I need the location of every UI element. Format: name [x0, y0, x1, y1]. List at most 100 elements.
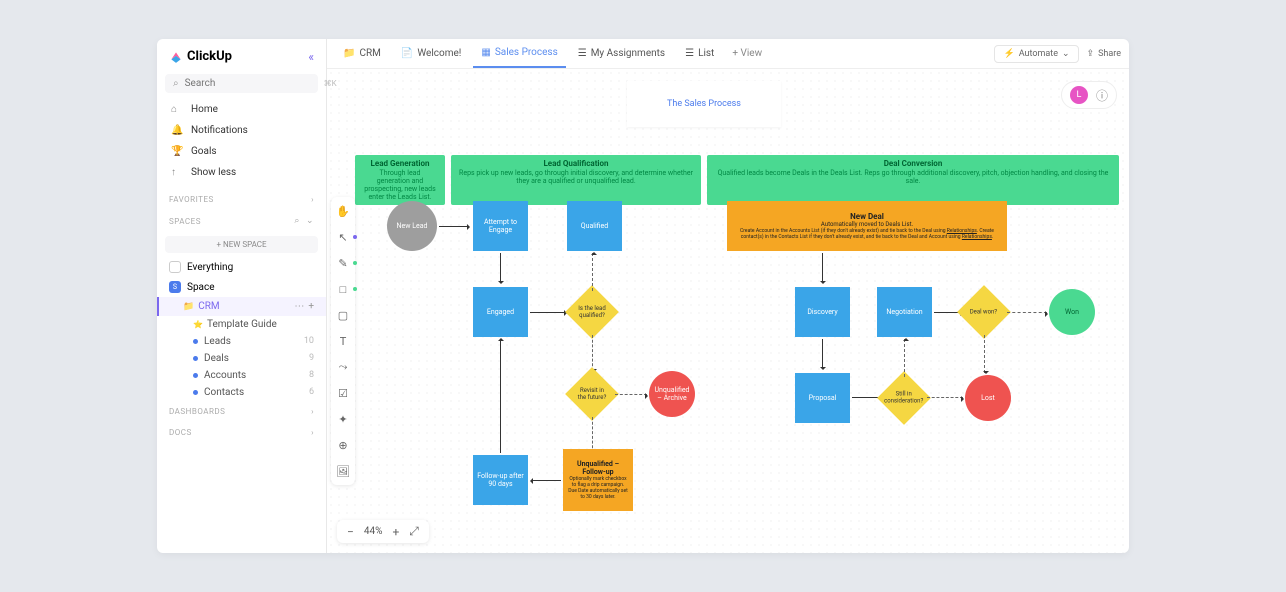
info-icon[interactable]: ⓘ [1096, 87, 1108, 104]
node-proposal[interactable]: Proposal [795, 373, 850, 423]
sidebar: ClickUp « ⌕ ⌘K ⌂ Home 🔔Notifications 🏆Goa… [157, 39, 327, 553]
search-box[interactable]: ⌕ ⌘K [165, 74, 318, 93]
tab-sales-process[interactable]: ▦Sales Process [473, 39, 565, 68]
everything-label: Everything [187, 262, 233, 273]
view-label: View [740, 48, 762, 59]
tree-everything[interactable]: Everything [157, 257, 326, 277]
list-item-label: Leads [204, 336, 231, 347]
list-item-label: Template Guide [207, 319, 277, 330]
automate-button[interactable]: ⚡Automate⌄ [994, 45, 1078, 63]
nav-show-less[interactable]: ↑Show less [157, 162, 326, 183]
tree-space[interactable]: SSpace [157, 277, 326, 297]
tree-item-template-guide[interactable]: ⭐ Template Guide [193, 316, 326, 333]
item-count: 9 [309, 353, 314, 364]
tab-welcome-label: Welcome! [417, 48, 461, 59]
nav-home[interactable]: ⌂ Home [157, 99, 326, 120]
section-dashboards[interactable]: DASHBOARDS › [157, 401, 326, 422]
new-space-button[interactable]: + NEW SPACE [165, 236, 318, 253]
node-followup[interactable]: Follow-up after 90 days [473, 455, 528, 505]
node-deal-won[interactable]: Deal won? [957, 285, 1011, 339]
node-new-deal[interactable]: New Deal Automatically moved to Deals Li… [727, 201, 1007, 251]
node-attempt-engage[interactable]: Attempt to Engage [473, 201, 528, 251]
tab-my-assignments[interactable]: ☰My Assignments [570, 39, 673, 68]
node-qualified[interactable]: Qualified [567, 201, 622, 251]
tab-crm[interactable]: 📁CRM [335, 39, 389, 68]
text-tool-icon[interactable]: T [335, 333, 351, 349]
dashboards-label: DASHBOARDS [169, 407, 225, 416]
item-count: 6 [309, 387, 314, 398]
tab-welcome[interactable]: 📄Welcome! [393, 39, 470, 68]
zoom-in-button[interactable]: + [392, 525, 399, 539]
chevron-right-icon: › [311, 195, 314, 204]
tab-list[interactable]: ☰List [677, 39, 722, 68]
tree-item-leads[interactable]: Leads10 [193, 333, 326, 350]
list-icon: ☰ [578, 48, 587, 59]
hand-tool-icon[interactable]: ✋ [335, 203, 351, 219]
star-icon: ⭐ [193, 320, 203, 329]
nav-notifications[interactable]: 🔔Notifications [157, 120, 326, 141]
node-still-consideration[interactable]: Still in consideration? [877, 371, 931, 425]
whiteboard-toolbar: ✋ ↖ ✎ □ ▢ T ⤳ ☑ ✦ ⊕ 🖼 [331, 197, 355, 485]
arrow [927, 397, 963, 398]
node-lost[interactable]: Lost [965, 375, 1011, 421]
node-discovery[interactable]: Discovery [795, 287, 850, 337]
more-icon[interactable]: ⋯ [294, 301, 304, 312]
phase3-title: Deal Conversion [715, 159, 1111, 168]
tree-item-deals[interactable]: Deals9 [193, 350, 326, 367]
zoom-out-button[interactable]: − [347, 525, 354, 539]
search-spaces-icon[interactable]: ⌕ [294, 216, 300, 226]
automate-label: Automate [1019, 49, 1058, 59]
node-unqualified-followup[interactable]: Unqualified – Follow-up Optionally mark … [563, 449, 633, 511]
node-is-qualified[interactable]: Is the lead qualified? [565, 285, 619, 339]
pointer-tool-icon[interactable]: ↖ [335, 229, 351, 245]
share-button[interactable]: ⇪Share [1087, 49, 1121, 59]
task-tool-icon[interactable]: ☑ [335, 385, 351, 401]
node-engaged[interactable]: Engaged [473, 287, 528, 337]
node-new-lead[interactable]: New Lead [387, 201, 437, 251]
node-unqualified-archive[interactable]: Unqualified – Archive [649, 371, 695, 417]
app-window: ClickUp « ⌕ ⌘K ⌂ Home 🔔Notifications 🏆Goa… [157, 39, 1129, 553]
status-dot [193, 373, 198, 378]
plus-icon[interactable]: + [308, 301, 314, 312]
chevron-down-icon: ⌄ [1062, 49, 1070, 59]
chevron-right-icon: › [311, 407, 314, 416]
section-docs[interactable]: DOCS› [157, 422, 326, 443]
sticky-tool-icon[interactable]: ▢ [335, 307, 351, 323]
favorites-label: FAVORITES [169, 195, 214, 204]
nav-home-label: Home [191, 104, 218, 115]
node-won[interactable]: Won [1049, 289, 1095, 335]
node-negotiation[interactable]: Negotiation [877, 287, 932, 337]
new-deal-link2[interactable]: Relationships [962, 234, 992, 240]
web-tool-icon[interactable]: ⊕ [335, 437, 351, 453]
arrow [1007, 312, 1047, 313]
space-icon: S [169, 281, 181, 293]
phase2-title: Lead Qualification [459, 159, 693, 168]
zoom-level: 44% [364, 526, 383, 537]
whiteboard-canvas[interactable]: L ⓘ The Sales Process Lead GenerationThr… [327, 69, 1129, 553]
fit-button[interactable]: ⤢ [409, 524, 419, 539]
add-view-button[interactable]: + View [726, 48, 768, 59]
connector-tool-icon[interactable]: ⤳ [335, 359, 351, 375]
section-spaces[interactable]: SPACES ⌕⌄ [157, 210, 326, 232]
pen-tool-icon[interactable]: ✎ [335, 255, 351, 271]
logo[interactable]: ClickUp [169, 49, 232, 64]
tab-list-label: List [698, 48, 714, 59]
brand-text: ClickUp [187, 49, 232, 64]
tree-item-contacts[interactable]: Contacts6 [193, 384, 326, 401]
status-dot [193, 390, 198, 395]
nav-goals[interactable]: 🏆Goals [157, 141, 326, 162]
figma-tool-icon[interactable]: ✦ [335, 411, 351, 427]
avatar[interactable]: L [1070, 86, 1088, 104]
new-deal-title: New Deal [850, 212, 884, 221]
image-tool-icon[interactable]: 🖼 [335, 463, 351, 479]
tree-item-accounts[interactable]: Accounts8 [193, 367, 326, 384]
home-icon: ⌂ [171, 104, 183, 115]
canvas-title-card[interactable]: The Sales Process [627, 81, 781, 127]
section-favorites[interactable]: FAVORITES › [157, 189, 326, 210]
shape-tool-icon[interactable]: □ [335, 281, 351, 297]
node-revisit[interactable]: Revisit in the future? [565, 367, 619, 421]
chevron-down-icon[interactable]: ⌄ [306, 216, 314, 226]
search-input[interactable] [185, 78, 318, 89]
collapse-sidebar-icon[interactable]: « [308, 50, 314, 64]
tree-crm-folder[interactable]: 📁CRM ⋯+ [157, 297, 326, 316]
